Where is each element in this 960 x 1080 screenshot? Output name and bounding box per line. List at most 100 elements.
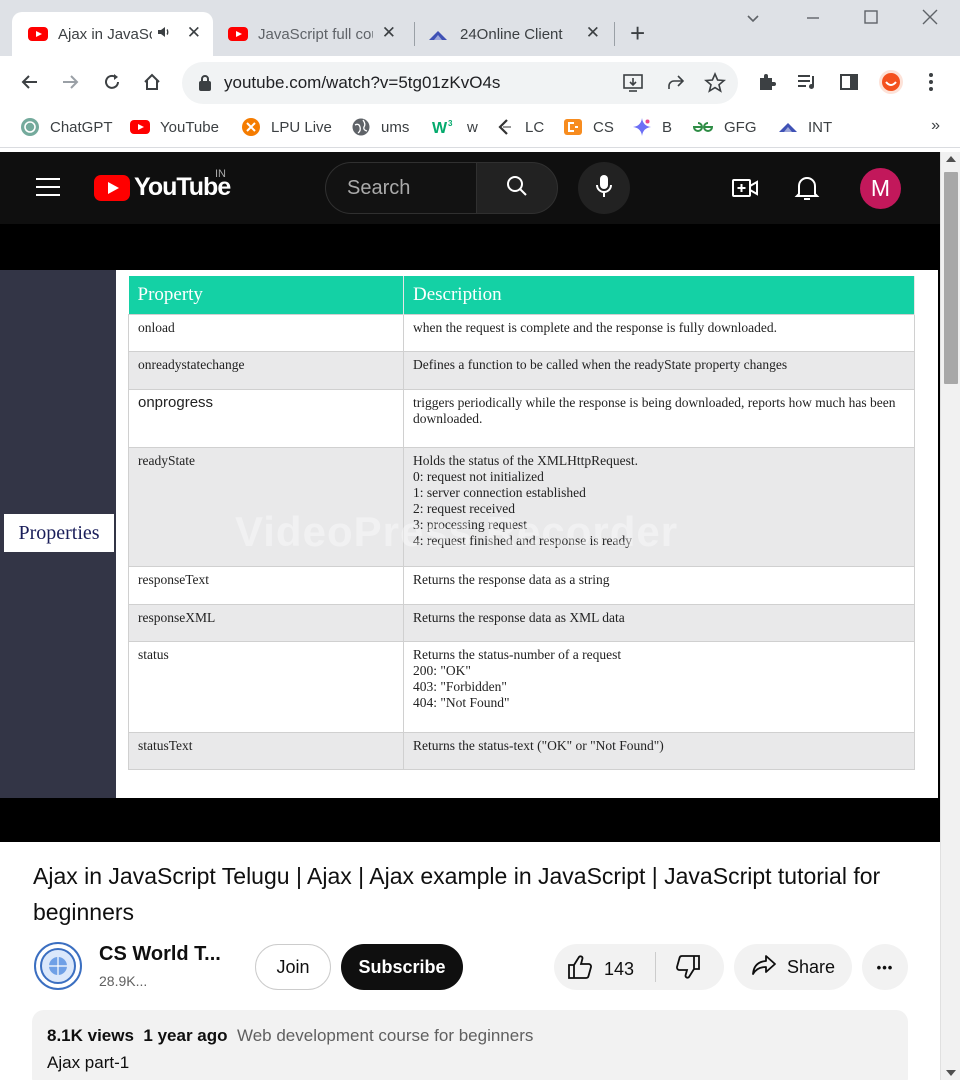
table-row: onreadystatechange Defines a function to… (128, 350, 915, 390)
voice-search-button[interactable] (578, 162, 630, 214)
bookmark-gemini[interactable]: B (632, 116, 672, 138)
24online-icon (778, 117, 798, 137)
url-text[interactable]: youtube.com/watch?v=5tg01zKvO4s (224, 73, 500, 93)
bookmark-label: INT (808, 118, 833, 136)
close-window-button[interactable] (921, 8, 939, 31)
media-queue-icon[interactable] (796, 72, 818, 97)
bookmark-codestudio[interactable]: CS (563, 116, 614, 138)
bookmark-youtube[interactable]: YouTube (130, 116, 219, 138)
bookmarks-overflow-button[interactable]: » (931, 117, 940, 135)
side-panel-icon[interactable] (839, 72, 859, 97)
join-button[interactable]: Join (255, 944, 331, 990)
playlist-link[interactable]: Web development course for beginners (237, 1026, 533, 1045)
table-row: onprogress triggers periodically while t… (128, 388, 915, 448)
tab-strip: Ajax in JavaScript Telugu ✕ JavaScript f… (0, 0, 960, 56)
search-input[interactable]: Search (325, 162, 476, 214)
create-video-icon[interactable] (731, 176, 759, 205)
bookmark-star-icon[interactable] (704, 71, 726, 99)
dislike-button[interactable] (674, 954, 702, 985)
column-header: Description (403, 276, 915, 314)
description-cell: Returns the status-number of a request 2… (403, 640, 915, 733)
search-button[interactable] (476, 162, 558, 214)
browser-menu-icon[interactable] (928, 72, 934, 97)
tab-ajax-video[interactable]: Ajax in JavaScript Telugu ✕ (12, 12, 213, 56)
table-row: responseXML Returns the response data as… (128, 603, 915, 642)
bookmark-label: ums (381, 118, 410, 136)
channel-name[interactable]: CS World T... (99, 943, 221, 966)
scrollbar-thumb[interactable] (944, 172, 958, 384)
table-header-row: Property Description (128, 276, 915, 314)
subscribe-button[interactable]: Subscribe (341, 944, 463, 990)
gfg-icon (692, 117, 714, 137)
bookmark-label: w (467, 118, 478, 136)
24online-icon (428, 28, 448, 40)
more-actions-button[interactable]: ••• (862, 944, 908, 990)
lock-icon[interactable] (198, 74, 212, 97)
property-cell: responseText (128, 565, 404, 605)
user-avatar[interactable]: M (860, 168, 901, 209)
new-tab-button[interactable]: + (630, 20, 645, 46)
youtube-logo[interactable]: YouTube (94, 173, 231, 202)
like-button[interactable]: 143 (566, 954, 634, 985)
like-separator (655, 952, 656, 982)
bookmark-lpu-live[interactable]: LPU Live (241, 116, 332, 138)
install-app-icon[interactable] (622, 72, 644, 99)
tab-24online[interactable]: 24Online Client ✕ (416, 12, 612, 56)
minimize-button[interactable] (805, 8, 821, 29)
close-tab-icon[interactable]: ✕ (586, 23, 600, 43)
table-row: onload when the request is complete and … (128, 313, 915, 352)
leetcode-icon (495, 117, 515, 137)
back-button[interactable] (14, 66, 46, 98)
property-cell: readyState (128, 446, 404, 567)
video-player[interactable]: Properties Property Description onload w… (0, 224, 940, 842)
description-cell: Holds the status of the XMLHttpRequest. … (403, 446, 915, 567)
bookmark-label: GFG (724, 118, 757, 136)
bookmark-leetcode[interactable]: LC (495, 116, 544, 138)
browser-toolbar: youtube.com/watch?v=5tg01zKvO4s (0, 56, 960, 108)
property-cell: onreadystatechange (128, 350, 404, 390)
speaker-icon[interactable] (156, 24, 172, 44)
menu-icon[interactable] (36, 178, 60, 196)
home-button[interactable] (136, 66, 168, 98)
bookmarks-bar: ChatGPT YouTube LPU Live ums W3 w LC CS … (0, 108, 960, 148)
bookmark-w3schools[interactable]: W3 w (431, 116, 478, 138)
bookmark-ums[interactable]: ums (351, 116, 409, 138)
tab-javascript-course[interactable]: JavaScript full course ✕ (216, 12, 410, 56)
bookmark-int[interactable]: INT (778, 116, 832, 138)
tab-search-icon[interactable] (745, 10, 761, 31)
youtube-icon (228, 27, 248, 41)
scroll-up-arrow-icon[interactable] (946, 156, 956, 162)
more-actions-label: ••• (876, 959, 894, 975)
scroll-down-arrow-icon[interactable] (946, 1070, 956, 1076)
forward-button[interactable] (54, 66, 86, 98)
bookmark-chatgpt[interactable]: ChatGPT (20, 116, 113, 138)
description-cell: when the request is complete and the res… (403, 313, 915, 352)
extensions-puzzle-icon[interactable] (757, 72, 777, 97)
globe-icon (351, 117, 371, 137)
slide-section-label: Properties (4, 514, 114, 552)
reload-button[interactable] (96, 66, 128, 98)
tab-separator (614, 22, 615, 46)
close-tab-icon[interactable]: ✕ (382, 23, 396, 43)
share-arrow-icon (751, 954, 777, 981)
page-scrollbar[interactable] (940, 152, 960, 1080)
bookmark-label: B (662, 118, 673, 136)
notifications-bell-icon[interactable] (794, 174, 820, 207)
channel-avatar[interactable] (34, 942, 82, 990)
codestudio-icon (563, 117, 583, 137)
description-box[interactable]: 8.1K views 1 year ago Web development co… (32, 1010, 908, 1080)
bookmark-label: LC (525, 118, 545, 136)
bookmark-label: YouTube (160, 118, 219, 136)
share-icon[interactable] (664, 72, 686, 99)
share-label: Share (786, 956, 836, 977)
bookmark-gfg[interactable]: GFG (692, 116, 757, 138)
maximize-button[interactable] (863, 8, 879, 29)
property-cell: statusText (128, 731, 404, 770)
close-tab-icon[interactable]: ✕ (187, 23, 201, 43)
svg-text:W: W (432, 120, 448, 136)
share-button[interactable]: Share (734, 944, 852, 990)
upload-date: 1 year ago (143, 1026, 228, 1045)
address-bar[interactable]: youtube.com/watch?v=5tg01zKvO4s (182, 62, 738, 104)
chatgpt-icon (20, 117, 40, 137)
profile-extension-icon[interactable] (878, 69, 904, 100)
